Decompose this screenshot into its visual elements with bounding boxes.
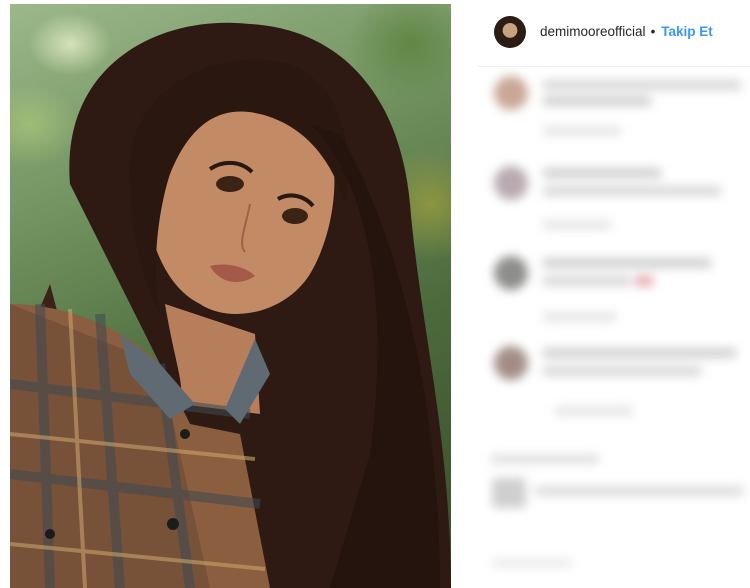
username-link[interactable]: demimooreofficial xyxy=(540,24,646,39)
comment-4 xyxy=(494,342,744,432)
post-side-panel: demimooreofficial • Takip Et xyxy=(478,0,750,588)
actions-row xyxy=(488,448,748,518)
follow-button[interactable]: Takip Et xyxy=(661,24,713,39)
header-line: demimooreofficial • Takip Et xyxy=(540,24,713,39)
comment-1 xyxy=(494,74,744,154)
post-header: demimooreofficial • Takip Et xyxy=(478,0,750,67)
comment-2 xyxy=(494,162,744,242)
separator-dot: • xyxy=(650,24,656,39)
post-photo[interactable] xyxy=(10,4,451,588)
comment-3 xyxy=(494,252,744,332)
avatar[interactable] xyxy=(494,16,526,48)
portrait-illustration xyxy=(10,22,451,588)
comment-input xyxy=(488,550,748,580)
